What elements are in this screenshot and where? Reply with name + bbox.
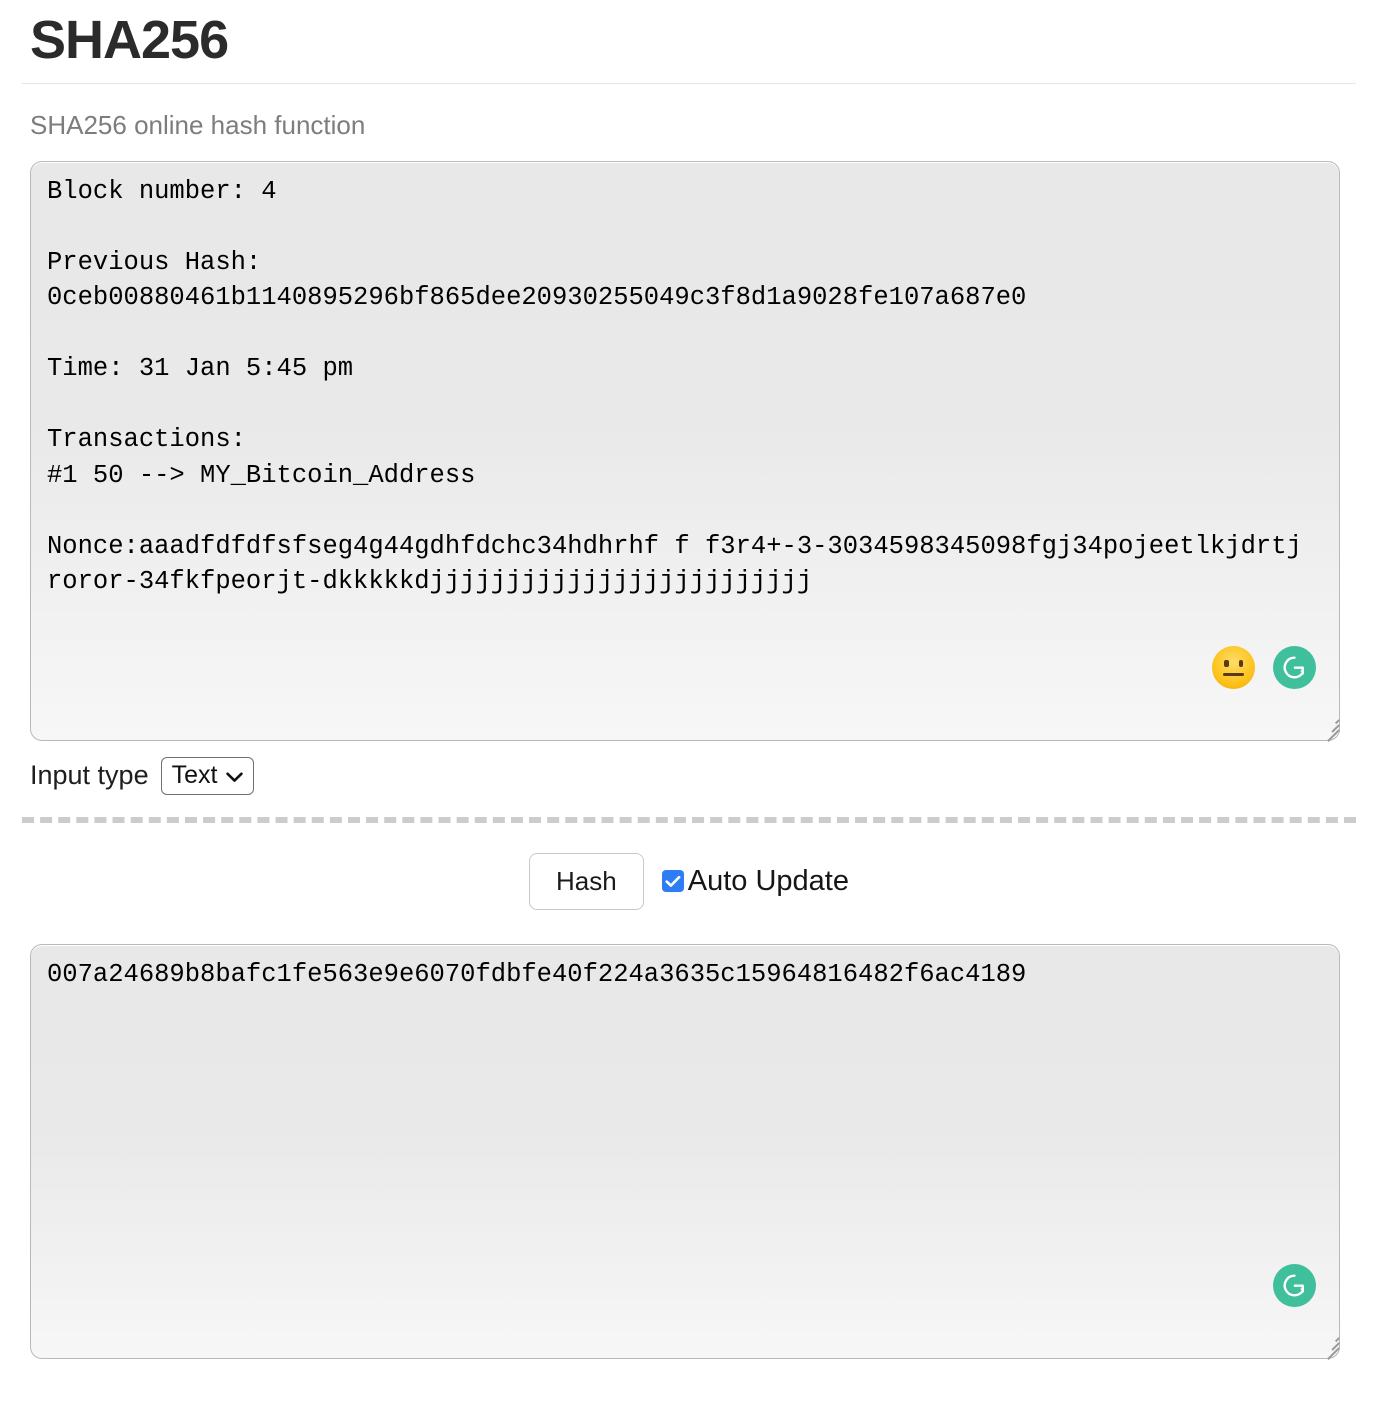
page-subtitle: SHA256 online hash function <box>30 109 366 140</box>
input-textarea-badges <box>1212 645 1316 689</box>
input-textarea[interactable]: Block number: 4 Previous Hash: 0ceb00880… <box>30 160 1340 741</box>
auto-update-checkbox[interactable] <box>661 870 684 893</box>
page-title: SHA256 <box>30 10 229 70</box>
hash-controls: Hash Auto Update <box>22 852 1356 910</box>
grammarly-icon[interactable] <box>1273 645 1316 689</box>
neutral-face-emoji-icon[interactable] <box>1212 645 1255 689</box>
input-type-row: Input type Text <box>30 756 1356 795</box>
emoji-right-eye <box>1238 659 1243 667</box>
hash-button[interactable]: Hash <box>529 852 644 910</box>
input-textarea-wrapper: Block number: 4 Previous Hash: 0ceb00880… <box>30 160 1348 742</box>
input-type-label: Input type <box>30 760 149 791</box>
emoji-mouth <box>1223 673 1244 676</box>
auto-update-label: Auto Update <box>687 864 849 897</box>
input-type-select-value: Text <box>171 760 218 789</box>
grammarly-icon[interactable] <box>1273 1263 1316 1307</box>
input-type-select[interactable]: Text <box>160 756 255 795</box>
emoji-left-eye <box>1224 659 1229 667</box>
section-divider <box>22 816 1356 823</box>
output-textarea-wrapper: 007a24689b8bafc1fe563e9e6070fdbfe40f224a… <box>30 943 1348 1360</box>
output-hash-textarea[interactable]: 007a24689b8bafc1fe563e9e6070fdbfe40f224a… <box>30 943 1340 1359</box>
output-textarea-badges <box>1273 1263 1316 1307</box>
sha256-page: SHA256 SHA256 online hash function Block… <box>0 10 1378 1360</box>
title-divider <box>22 82 1356 84</box>
check-icon <box>665 875 681 887</box>
auto-update-control[interactable]: Auto Update <box>661 864 849 897</box>
chevron-down-icon <box>226 761 244 790</box>
